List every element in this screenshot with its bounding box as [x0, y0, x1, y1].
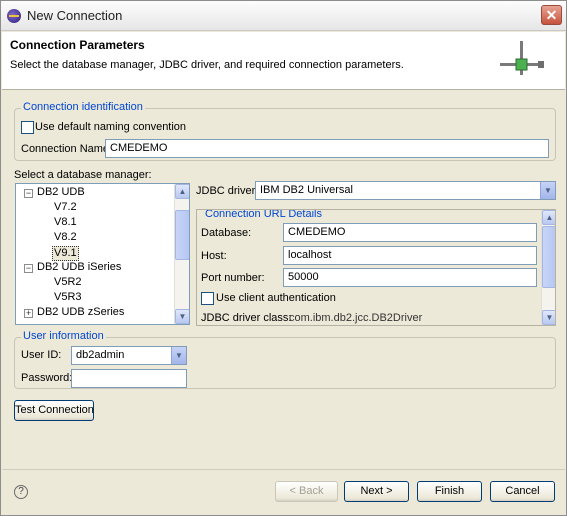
chevron-down-icon[interactable]: ▼ [171, 347, 186, 364]
connection-name-field[interactable]: CMEDEMO [105, 139, 549, 158]
driver-class-value: com.ibm.db2.jcc.DB2Driver [289, 312, 423, 324]
close-button[interactable]: ✕ [541, 5, 562, 25]
tree-scrollbar[interactable]: ▲ ▼ [174, 184, 189, 324]
tree-item-v72[interactable]: V7.2 [54, 201, 77, 216]
connection-identification-legend: Connection identification [21, 101, 145, 113]
tree-item-v5r3[interactable]: V5R3 [54, 291, 82, 306]
title-bar[interactable]: New Connection ✕ [1, 1, 566, 31]
password-field[interactable] [71, 369, 187, 388]
database-field[interactable]: CMEDEMO [283, 223, 537, 242]
window-title: New Connection [27, 8, 123, 23]
connection-icon [500, 41, 544, 75]
next-button[interactable]: Next > [344, 481, 409, 502]
host-field[interactable]: localhost [283, 246, 537, 265]
port-number-field[interactable]: 50000 [283, 268, 537, 287]
url-scroll-thumb[interactable] [542, 226, 555, 288]
user-id-value: db2admin [76, 349, 125, 361]
connection-name-label: Connection Name: [21, 143, 113, 155]
page-title: Connection Parameters [10, 38, 145, 52]
test-connection-button[interactable]: Test Connection [14, 400, 94, 421]
connection-url-legend: Connection URL Details [203, 209, 324, 220]
tree-item-v82[interactable]: V8.2 [54, 231, 77, 246]
tree-item-v91[interactable]: V9.1 [52, 246, 79, 261]
finish-button[interactable]: Finish [417, 481, 482, 502]
tree-item-db2-iseries[interactable]: DB2 UDB iSeries [37, 261, 121, 276]
jdbc-driver-label: JDBC driver: [196, 185, 259, 197]
use-default-naming-label: Use default naming convention [35, 121, 187, 133]
scroll-down-icon[interactable]: ▼ [542, 310, 555, 325]
chevron-down-icon[interactable]: ▼ [540, 182, 555, 199]
scroll-up-icon[interactable]: ▲ [175, 184, 189, 199]
page-description: Select the database manager, JDBC driver… [10, 59, 404, 71]
jdbc-driver-value: IBM DB2 Universal [260, 184, 353, 196]
collapse-db2-udb-icon[interactable]: − [24, 189, 33, 198]
connection-url-panel: Connection URL Details Database: CMEDEMO… [196, 209, 556, 326]
tree-scroll-thumb[interactable] [175, 210, 189, 260]
new-connection-dialog: New Connection ✕ Connection Parameters S… [0, 0, 567, 516]
port-number-label: Port number: [201, 272, 265, 284]
host-label: Host: [201, 250, 227, 262]
scroll-down-icon[interactable]: ▼ [175, 309, 189, 324]
user-information-legend: User information [21, 330, 106, 342]
user-id-select[interactable]: db2admin ▼ [71, 346, 187, 365]
button-bar-divider [2, 469, 565, 470]
close-icon: ✕ [545, 7, 558, 23]
tree-item-v81[interactable]: V8.1 [54, 216, 77, 231]
db-manager-label: Select a database manager: [14, 169, 152, 181]
use-default-naming-checkbox[interactable] [21, 121, 34, 134]
dialog-content: Connection identification Use default na… [1, 91, 566, 471]
expand-db2-zseries-icon[interactable]: + [24, 309, 33, 318]
db-manager-tree[interactable]: − DB2 UDB V7.2 V8.1 V8.2 V9.1 − DB2 UDB … [15, 183, 190, 325]
password-label: Password: [21, 372, 73, 384]
tree-item-v5r2[interactable]: V5R2 [54, 276, 82, 291]
scroll-up-icon[interactable]: ▲ [542, 210, 555, 225]
tree-item-db2-zseries[interactable]: DB2 UDB zSeries [37, 306, 124, 321]
eclipse-icon [7, 9, 21, 23]
client-auth-checkbox[interactable] [201, 292, 214, 305]
user-id-label: User ID: [21, 349, 62, 361]
cancel-button[interactable]: Cancel [490, 481, 555, 502]
back-button[interactable]: < Back [275, 481, 338, 502]
database-label: Database: [201, 227, 252, 239]
client-auth-label: Use client authentication [216, 292, 336, 304]
tree-item-db2-udb[interactable]: DB2 UDB [37, 186, 85, 201]
url-panel-scrollbar[interactable]: ▲ ▼ [541, 210, 555, 325]
help-icon[interactable]: ? [14, 485, 28, 499]
collapse-db2-iseries-icon[interactable]: − [24, 264, 33, 273]
jdbc-driver-select[interactable]: IBM DB2 Universal ▼ [255, 181, 556, 200]
dialog-header: Connection Parameters Select the databas… [2, 32, 565, 90]
driver-class-label: JDBC driver class: [201, 312, 292, 324]
